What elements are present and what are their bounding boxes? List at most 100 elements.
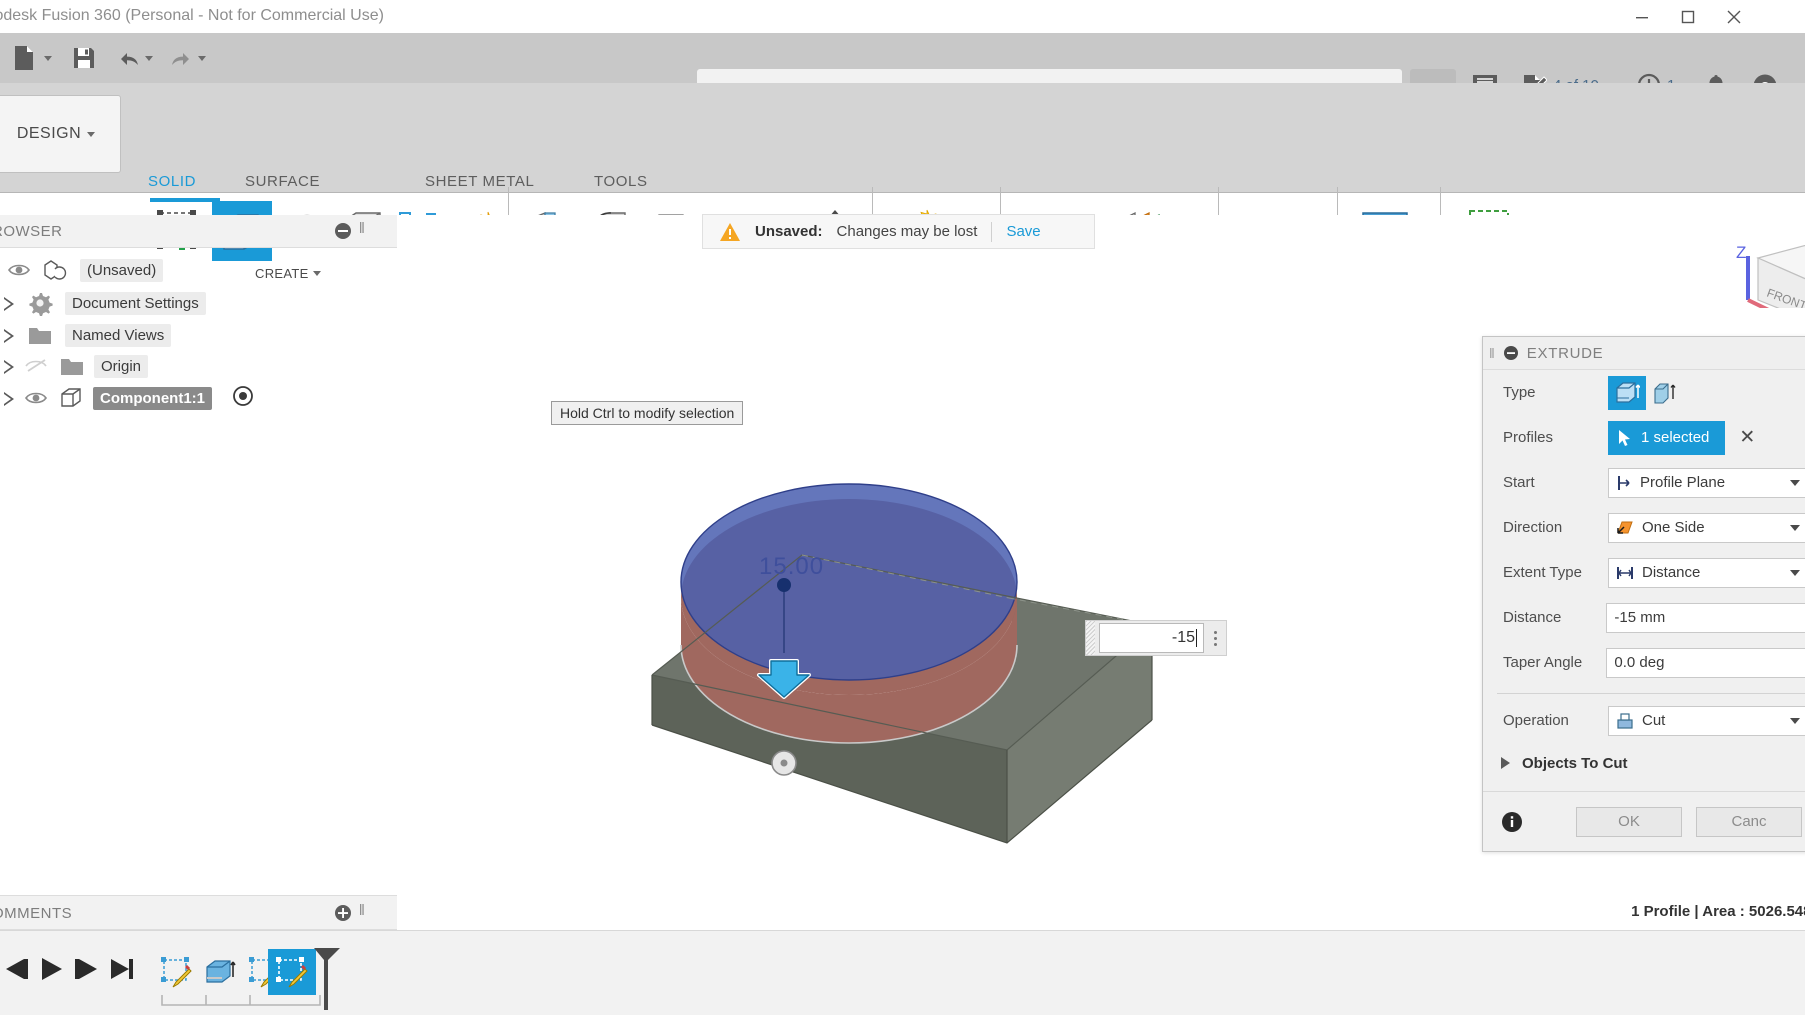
info-icon[interactable]: [1501, 811, 1523, 833]
sketch-edit-icon: [276, 957, 308, 988]
folder-icon: [61, 359, 83, 375]
timeline-feature-extrude[interactable]: [199, 951, 241, 993]
workspace-switcher[interactable]: DESIGN: [0, 95, 121, 173]
eye-icon[interactable]: [25, 390, 49, 406]
type-taper-button[interactable]: [1646, 376, 1684, 410]
start-label: Start: [1503, 474, 1535, 491]
cancel-button[interactable]: Canc: [1696, 806, 1802, 837]
expand-arrow-icon[interactable]: [4, 359, 15, 374]
new-document-dropdown[interactable]: [40, 42, 56, 74]
undo-dropdown[interactable]: [141, 42, 157, 74]
extrude-icon: [206, 960, 236, 983]
distance-input[interactable]: -15: [1099, 623, 1204, 653]
distance-value: -15 mm: [1614, 609, 1666, 626]
type-label: Type: [1503, 384, 1536, 401]
row-extent-type: Extent Type Distance: [1483, 550, 1805, 595]
maximize-button[interactable]: [1665, 0, 1711, 33]
new-document-icon[interactable]: [6, 42, 42, 74]
end-icon: [111, 959, 133, 979]
browser-title: ROWSER: [0, 223, 63, 240]
profiles-selection-chip[interactable]: 1 selected: [1608, 420, 1726, 455]
expand-arrow-icon[interactable]: [1501, 757, 1510, 769]
extent-type-value: Distance: [1642, 564, 1701, 581]
minimize-button[interactable]: [1619, 0, 1665, 33]
tree-item-component1[interactable]: Component1:1: [0, 380, 254, 416]
chevron-down-icon: [1790, 569, 1800, 576]
browser-collapse-icon[interactable]: [334, 222, 352, 245]
chevron-down-icon: [1790, 479, 1800, 486]
operation-value: Cut: [1642, 712, 1666, 729]
cut-operation-icon: [1617, 712, 1633, 729]
close-button[interactable]: [1711, 0, 1757, 33]
tab-sheet-metal[interactable]: SHEET METAL: [425, 173, 534, 190]
chevron-down-icon: [87, 131, 96, 137]
collapse-icon[interactable]: [1503, 345, 1519, 361]
browser-dock-handle[interactable]: ‖: [359, 220, 365, 237]
tree-item-label: Document Settings: [65, 291, 206, 315]
extrude-dialog-header[interactable]: ‖ EXTRUDE: [1483, 337, 1805, 370]
tree-item-unsaved[interactable]: (Unsaved): [0, 252, 164, 288]
type-profile-button[interactable]: [1608, 375, 1646, 410]
redo-dropdown[interactable]: [194, 42, 210, 74]
row-distance: Distance -15 mm: [1483, 595, 1805, 640]
extrude-dialog[interactable]: ‖ EXTRUDE Type Profiles 1 selected ✕ Sta…: [1482, 336, 1805, 852]
ribbon: DESIGN SOLID SURFACE SHEET METAL TOOLS C…: [0, 83, 1805, 281]
timeline-step-forward-button[interactable]: [70, 955, 104, 983]
extent-type-dropdown[interactable]: Distance: [1608, 557, 1805, 588]
timeline-play-button[interactable]: [34, 955, 68, 983]
eye-hidden-icon[interactable]: [24, 357, 50, 375]
row-direction: Direction One Side: [1483, 505, 1805, 550]
start-dropdown[interactable]: Profile Plane: [1608, 467, 1805, 498]
tab-tools[interactable]: TOOLS: [594, 173, 648, 190]
tree-item-origin[interactable]: Origin: [0, 348, 149, 384]
timeline-feature-sketch1[interactable]: [155, 951, 197, 993]
profiles-clear-icon[interactable]: ✕: [1739, 426, 1755, 449]
extrude-thin-icon: [1654, 382, 1676, 404]
timeline-connector: [161, 995, 321, 1006]
drag-handle[interactable]: [1086, 621, 1095, 655]
tree-item-label: (Unsaved): [80, 258, 164, 282]
timeline-end-button[interactable]: [105, 955, 139, 983]
ok-button[interactable]: OK: [1576, 806, 1682, 837]
add-comment-icon[interactable]: [334, 904, 352, 927]
save-link[interactable]: Save: [1006, 223, 1040, 240]
taper-angle-field[interactable]: 0.0 deg: [1606, 647, 1805, 678]
assembly-icon: [44, 260, 67, 280]
workspace-label: DESIGN: [16, 125, 82, 142]
one-side-icon: [1617, 521, 1633, 534]
comments-dock-handle[interactable]: ‖: [359, 902, 365, 919]
save-icon[interactable]: [66, 42, 102, 74]
timeline-step-back-button[interactable]: [0, 955, 34, 983]
tree-item-document-settings[interactable]: Document Settings: [0, 285, 206, 321]
tab-solid[interactable]: SOLID: [148, 173, 196, 190]
svg-text:Z: Z: [1736, 243, 1746, 262]
eye-icon[interactable]: [8, 262, 30, 278]
panel-create[interactable]: CREATE: [255, 266, 321, 281]
tab-surface[interactable]: SURFACE: [245, 173, 320, 190]
manipulator-input-group[interactable]: -15: [1085, 620, 1227, 656]
view-cube[interactable]: Top FRONT Z: [1730, 228, 1805, 308]
sketch-icon: [161, 957, 192, 988]
row-taper-angle: Taper Angle 0.0 deg: [1483, 640, 1805, 685]
operation-dropdown[interactable]: Cut: [1608, 705, 1805, 736]
comments-panel-header: OMMENTS ‖: [0, 895, 397, 930]
chevron-down-icon: [312, 271, 321, 276]
timeline-feature-active[interactable]: [268, 949, 316, 995]
dimension-label[interactable]: 15.00: [759, 553, 824, 581]
profiles-label: Profiles: [1503, 429, 1554, 446]
objects-to-cut-label: Objects To Cut: [1522, 754, 1628, 772]
objects-to-cut-section[interactable]: Objects To Cut: [1483, 743, 1805, 783]
expand-arrow-icon[interactable]: [4, 328, 15, 343]
direction-dropdown[interactable]: One Side: [1608, 512, 1805, 543]
dialog-grip-icon[interactable]: ‖: [1489, 345, 1495, 361]
start-value: Profile Plane: [1640, 474, 1726, 491]
expand-arrow-icon[interactable]: [4, 391, 15, 406]
input-options-button[interactable]: [1204, 630, 1226, 646]
operation-label: Operation: [1503, 712, 1569, 729]
distance-field[interactable]: -15 mm: [1606, 602, 1805, 633]
chevron-down-icon: [1790, 524, 1800, 531]
extent-type-label: Extent Type: [1503, 564, 1582, 581]
activate-component-icon[interactable]: [232, 385, 254, 411]
chevron-down-icon: [1790, 717, 1800, 724]
expand-arrow-icon[interactable]: [4, 296, 15, 311]
